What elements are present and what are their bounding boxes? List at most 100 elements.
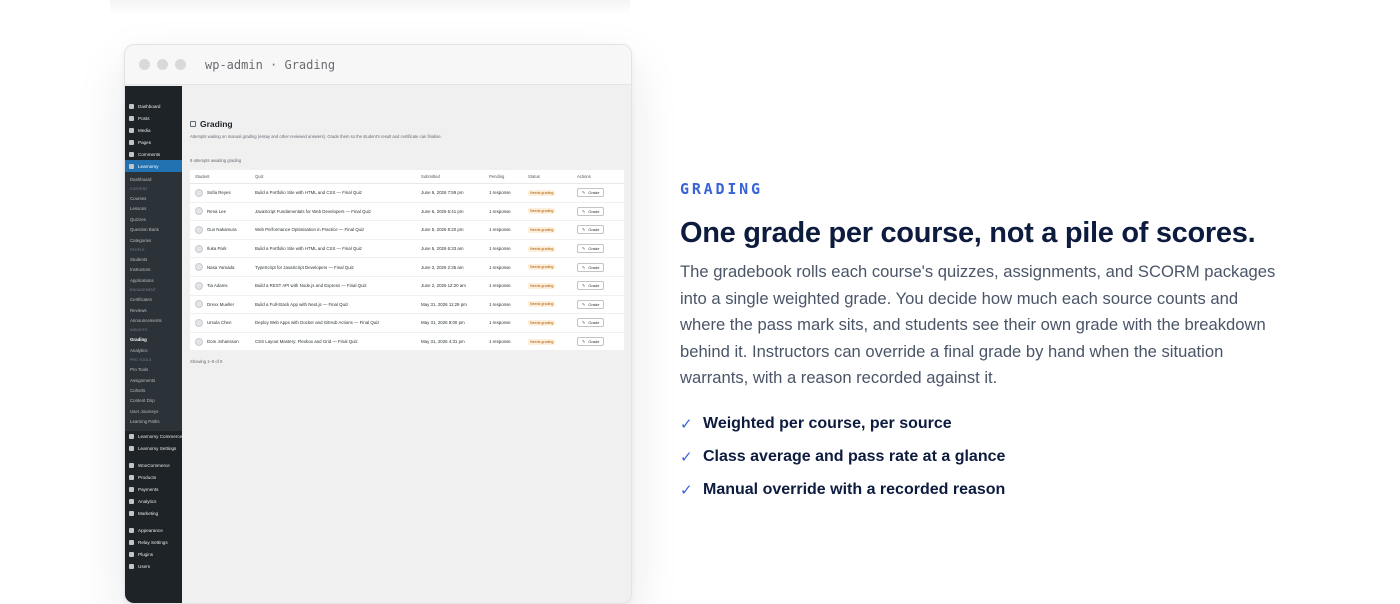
submenu-item-announcements[interactable]: Announcements xyxy=(125,315,182,325)
student-name[interactable]: Tia Adams xyxy=(207,283,228,288)
cell-submitted: June 3, 2026 2:35 am xyxy=(421,264,464,270)
pin-icon xyxy=(129,115,134,121)
grade-button[interactable]: ✎ Grade xyxy=(577,262,605,272)
grade-button[interactable]: ✎ Grade xyxy=(577,206,605,216)
grade-button[interactable]: ✎ Grade xyxy=(577,281,605,291)
avatar xyxy=(195,188,203,197)
cell-student: Iluka Park xyxy=(190,244,255,253)
sidebar-item-woocommerce[interactable]: WooCommerce xyxy=(125,460,182,472)
pencil-icon: ✎ xyxy=(582,339,586,345)
submenu-item-instructors[interactable]: Instructors xyxy=(125,265,182,275)
cell-submitted: May 31, 2026 4:31 pm xyxy=(421,339,465,345)
feature-section: GRADING One grade per course, not a pile… xyxy=(680,180,1280,507)
sidebar-item-learnomy[interactable]: Learnomy xyxy=(125,160,182,172)
col-status[interactable]: Status xyxy=(528,174,577,179)
cell-student: Nasa Yamada xyxy=(190,263,255,272)
table-row: Rena Lee JavaScript Fundamentals for Web … xyxy=(190,203,624,222)
student-name[interactable]: Nasa Yamada xyxy=(207,265,234,270)
grade-button[interactable]: ✎ Grade xyxy=(577,299,605,309)
settings-icon xyxy=(129,446,134,452)
sidebar-item-plugins[interactable]: Plugins xyxy=(125,549,182,561)
cell-student: Ursula Chen xyxy=(190,318,255,327)
browser-titlebar: wp-admin · Grading xyxy=(125,45,631,85)
col-quiz[interactable]: Quiz xyxy=(255,174,421,179)
col-submitted[interactable]: Submitted xyxy=(421,174,489,179)
submenu-item-quizzes[interactable]: Quizzes xyxy=(125,214,182,224)
student-name[interactable]: Ursula Chen xyxy=(207,320,231,325)
sidebar-item-pages[interactable]: Pages xyxy=(125,136,182,148)
sidebar-item-label: Learnomy Settings xyxy=(138,446,177,452)
grade-button[interactable]: ✎ Grade xyxy=(577,225,605,235)
submenu-item-assignments[interactable]: Assignments xyxy=(125,375,182,385)
sidebar-item-label: Payments xyxy=(138,487,159,493)
sidebar-item-dashboard[interactable]: Dashboard xyxy=(125,100,182,112)
submenu-item-content-drip[interactable]: Content Drip xyxy=(125,396,182,406)
sidebar-item-payments[interactable]: Payments xyxy=(125,484,182,496)
cell-actions: ✎ Grade xyxy=(577,318,624,328)
sidebar-item-learnomy-settings[interactable]: Learnomy Settings xyxy=(125,443,182,455)
window-dot-maximize[interactable] xyxy=(175,59,186,70)
submenu-item-categories[interactable]: Categories xyxy=(125,235,182,245)
grade-button[interactable]: ✎ Grade xyxy=(577,244,605,254)
sidebar-item-media[interactable]: Media xyxy=(125,124,182,136)
clipboard-icon xyxy=(190,121,196,127)
submenu-item-grading[interactable]: Grading xyxy=(125,335,182,345)
sidebar-item-label: Marketing xyxy=(138,511,159,517)
grade-button[interactable]: ✎ Grade xyxy=(577,318,605,328)
col-pending[interactable]: Pending xyxy=(489,174,528,179)
grade-button-label: Grade xyxy=(588,208,600,214)
cell-status: Needs grading xyxy=(528,319,577,326)
submenu-item-certificates[interactable]: Certificates xyxy=(125,295,182,305)
student-name[interactable]: Sofia Reyes xyxy=(207,190,231,195)
submenu-item-applications[interactable]: Applications xyxy=(125,275,182,285)
cell-student: Dom Johansson xyxy=(190,337,255,346)
user-icon xyxy=(129,564,134,570)
avatar xyxy=(195,207,203,216)
window-dot-close[interactable] xyxy=(139,59,150,70)
sidebar-item-label: Learnomy Commerce xyxy=(138,434,182,440)
sidebar-item-users[interactable]: Users xyxy=(125,561,182,573)
submenu-item-courses[interactable]: Courses xyxy=(125,193,182,203)
student-name[interactable]: Rena Lee xyxy=(207,209,226,214)
table-row: Drexx Mueller Build a Full-Stack App with… xyxy=(190,296,624,315)
submenu-item-cohorts[interactable]: Cohorts xyxy=(125,385,182,395)
sidebar-item-appearance[interactable]: Appearance xyxy=(125,525,182,537)
comment-icon xyxy=(129,151,134,157)
cell-pending: 1 response xyxy=(489,246,511,252)
window-dot-minimize[interactable] xyxy=(157,59,168,70)
submenu-item-learning-paths[interactable]: Learning Paths xyxy=(125,416,182,426)
grade-button[interactable]: ✎ Grade xyxy=(577,188,605,198)
student-name[interactable]: Drexx Mueller xyxy=(207,302,234,307)
student-name[interactable]: Gus Nakamura xyxy=(207,227,237,232)
sidebar-item-marketing[interactable]: Marketing xyxy=(125,508,182,520)
submenu-item-lessons[interactable]: Lessons xyxy=(125,204,182,214)
cell-quiz: Web Performance Optimisation in Practice… xyxy=(255,227,365,233)
wp-admin: Dashboard Posts Media Pages Comments Learnomy… xyxy=(125,86,631,603)
cell-status: Needs grading xyxy=(528,208,577,215)
sidebar-item-relay-settings[interactable]: Relay Settings xyxy=(125,537,182,549)
sidebar-item-label: Appearance xyxy=(138,528,163,534)
sidebar-item-analytics[interactable]: Analytics xyxy=(125,496,182,508)
status-badge: Needs grading xyxy=(528,208,556,215)
sidebar-item-products[interactable]: Products xyxy=(125,472,182,484)
submenu-item-students[interactable]: Students xyxy=(125,254,182,264)
submenu-item-dashboard[interactable]: Dashboard xyxy=(125,174,182,184)
col-student[interactable]: Student xyxy=(190,174,255,179)
grade-button[interactable]: ✎ Grade xyxy=(577,337,605,347)
submenu-item-pro-tools[interactable]: Pro Tools xyxy=(125,364,182,374)
submenu-caption: PEOPLE xyxy=(130,247,145,252)
table-header: Student Quiz Submitted Pending Status Ac… xyxy=(190,170,624,184)
submenu-item-reviews[interactable]: Reviews xyxy=(125,305,182,315)
submenu-item-user-journeys[interactable]: User Journeys xyxy=(125,406,182,416)
sidebar-item-learnomy-commerce[interactable]: Learnomy Commerce xyxy=(125,431,182,443)
admin-sidebar: Dashboard Posts Media Pages Comments Learnomy… xyxy=(125,86,182,603)
submenu-item-question-bank[interactable]: Question Bank xyxy=(125,225,182,235)
cell-quiz: Build a Full-Stack App with Next.js — Fi… xyxy=(255,301,349,307)
sidebar-item-posts[interactable]: Posts xyxy=(125,112,182,124)
sidebar-item-comments[interactable]: Comments xyxy=(125,148,182,160)
student-name[interactable]: Iluka Park xyxy=(207,246,227,251)
cell-status: Needs grading xyxy=(528,189,577,196)
submenu-item-analytics[interactable]: Analytics xyxy=(125,345,182,355)
pencil-icon: ✎ xyxy=(582,208,586,214)
student-name[interactable]: Dom Johansson xyxy=(207,339,239,344)
